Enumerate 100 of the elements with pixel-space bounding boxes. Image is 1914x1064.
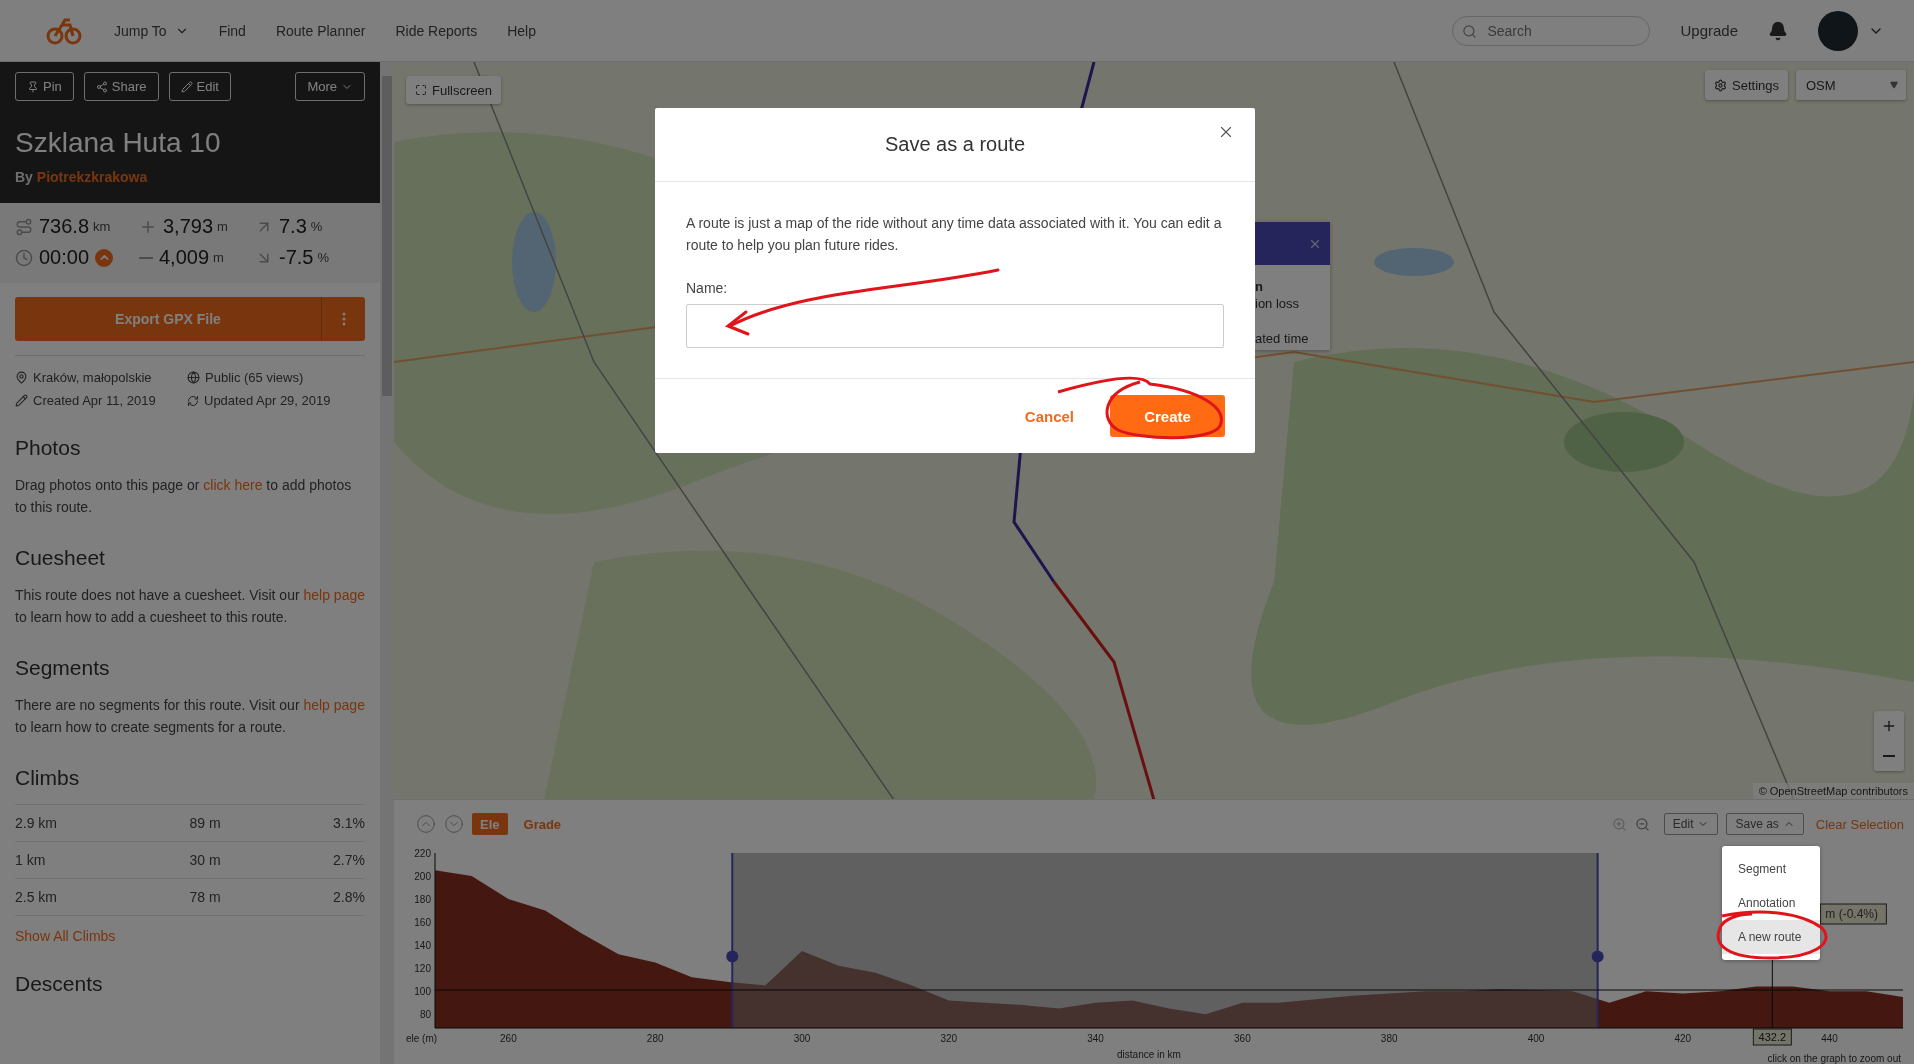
avatar[interactable]: [1818, 10, 1858, 51]
create-button[interactable]: Create: [1110, 395, 1225, 437]
x-tick-label: 380: [1380, 1033, 1398, 1044]
more-button[interactable]: More: [295, 72, 365, 101]
pin-icon: [27, 80, 39, 93]
stat-unit: m: [217, 219, 228, 234]
nav-link[interactable]: Route Planner: [275, 22, 366, 39]
meta-text: Kraków, małopolskie: [33, 370, 152, 385]
climb-cell-text: 2.9 km: [15, 815, 58, 831]
menu-item[interactable]: A new route: [1722, 920, 1820, 954]
climb-cell-text: 2.7%: [332, 852, 365, 868]
text-link[interactable]: click here: [203, 477, 263, 493]
route-title: Szklana Huta 10: [15, 127, 222, 159]
bell-icon[interactable]: [1768, 20, 1788, 41]
save-as-button[interactable]: Save as: [1726, 813, 1804, 835]
y-tick-label: 80: [419, 1009, 431, 1021]
nav-link[interactable]: Ride Reports: [395, 22, 478, 39]
stat-unit: %: [310, 219, 323, 234]
chart-tab[interactable]: Grade: [515, 813, 570, 835]
stat-value: 7.3: [279, 215, 307, 238]
refresh-icon: [187, 394, 199, 407]
stat-unit: m: [213, 250, 224, 265]
stat-value: -7.5: [279, 246, 314, 269]
y-axis-title: ele (m): [406, 1033, 438, 1044]
section-heading: Climbs: [15, 766, 81, 790]
section-heading: Segments: [15, 656, 111, 680]
section-heading: Cuesheet: [15, 546, 106, 570]
section-heading: Photos: [15, 436, 82, 460]
clear-selection-link[interactable]: Clear Selection: [1815, 816, 1904, 832]
search-field[interactable]: Search: [1452, 15, 1651, 46]
selection-handle[interactable]: [1591, 852, 1604, 1029]
popup-text: ated time: [1255, 331, 1310, 346]
show-all-link[interactable]: Show All Climbs: [15, 915, 365, 944]
upgrade-link[interactable]: Upgrade: [1680, 22, 1738, 39]
nav-link[interactable]: Find: [218, 22, 246, 39]
action-button[interactable]: Edit: [168, 72, 231, 101]
menu-item[interactable]: Annotation: [1722, 886, 1820, 920]
climb-cell-text: 2.8%: [332, 889, 365, 905]
cancel-button[interactable]: Cancel: [1018, 406, 1080, 426]
section-heading: Descents: [15, 972, 104, 996]
climb-cell-text: 78 m: [188, 889, 222, 905]
chevron-up-icon[interactable]: [416, 814, 436, 834]
bicycle-logo[interactable]: [46, 16, 82, 45]
zoom-out-icon[interactable]: [1634, 816, 1650, 832]
climb-cell-text: 2.5 km: [15, 889, 58, 905]
caret-icon: [1890, 81, 1898, 89]
name-label: Name:: [686, 280, 729, 296]
y-tick-label: 200: [414, 871, 431, 883]
cursor-label-background: [1752, 1028, 1792, 1046]
y-tick-label: 120: [414, 963, 431, 975]
stat-unit: km: [93, 219, 111, 234]
selection-handle[interactable]: [726, 852, 739, 1029]
y-tick-label: 220: [414, 848, 431, 859]
route-icon: [15, 217, 33, 236]
action-button[interactable]: Pin: [15, 72, 74, 101]
chevron-up-icon[interactable]: [95, 248, 114, 267]
y-tick-label: 180: [414, 894, 431, 906]
expand-icon: [415, 84, 427, 96]
map-pin-icon: [15, 371, 28, 384]
stat-value: 3,793: [163, 215, 214, 238]
map-attribution: © OpenStreetMap contributors: [1752, 783, 1914, 799]
stat-value: 4,009: [159, 246, 210, 269]
stat-value: 736.8: [39, 215, 90, 238]
plus-icon: [1881, 718, 1897, 734]
fullscreen-button[interactable]: Fullscreen: [406, 76, 501, 104]
kebab-icon: [341, 312, 346, 326]
layer-select[interactable]: OSM: [1796, 70, 1906, 100]
x-tick-label: 320: [940, 1033, 958, 1044]
edit-button[interactable]: Edit: [1663, 813, 1719, 835]
nav-link[interactable]: Help: [507, 22, 536, 39]
climb-cell-text: 30 m: [188, 852, 222, 868]
x-tick-label: 280: [646, 1033, 664, 1044]
gear-icon: [1714, 78, 1727, 92]
text-link[interactable]: help page: [303, 697, 365, 713]
name-field[interactable]: [686, 304, 1224, 348]
stat-unit: %: [317, 250, 330, 265]
action-button[interactable]: Share: [83, 72, 159, 101]
search-icon: [1462, 23, 1478, 39]
zoom-in-icon[interactable]: [1611, 816, 1627, 832]
meta-text: Updated Apr 29, 2019: [204, 393, 331, 408]
minus-icon: [139, 256, 153, 259]
chart-tab[interactable]: Ele: [472, 813, 508, 835]
popup-text: ion loss: [1255, 296, 1301, 311]
author-link[interactable]: Piotrekzkrakowa: [36, 169, 148, 185]
pencil-icon: [15, 394, 28, 407]
nav-menu[interactable]: Jump To: [114, 22, 189, 39]
climb-cell-text: 3.1%: [332, 815, 365, 831]
climb-cell-text: 89 m: [188, 815, 222, 831]
settings-button[interactable]: Settings: [1705, 70, 1788, 100]
minus-icon: [1883, 755, 1895, 757]
modal-description: A route is just a map of the ride without any time data associated with it. You can edit a route to help you plan future rides.: [686, 214, 1223, 255]
share-icon: [95, 80, 108, 93]
menu-item[interactable]: Segment: [1722, 852, 1820, 886]
climb-cell-text: 1 km: [15, 852, 47, 868]
section-text: This route does not have a cuesheet. Visit our help page to learn how to add a cuesheet to this route.: [15, 586, 365, 627]
meta-text: Created Apr 11, 2019: [33, 393, 156, 408]
section-text: Drag photos onto this page or click here to add photos to this route.: [15, 476, 353, 517]
x-tick-label: 400: [1527, 1033, 1545, 1044]
text-link[interactable]: help page: [303, 587, 365, 603]
globe-icon: [187, 371, 200, 384]
